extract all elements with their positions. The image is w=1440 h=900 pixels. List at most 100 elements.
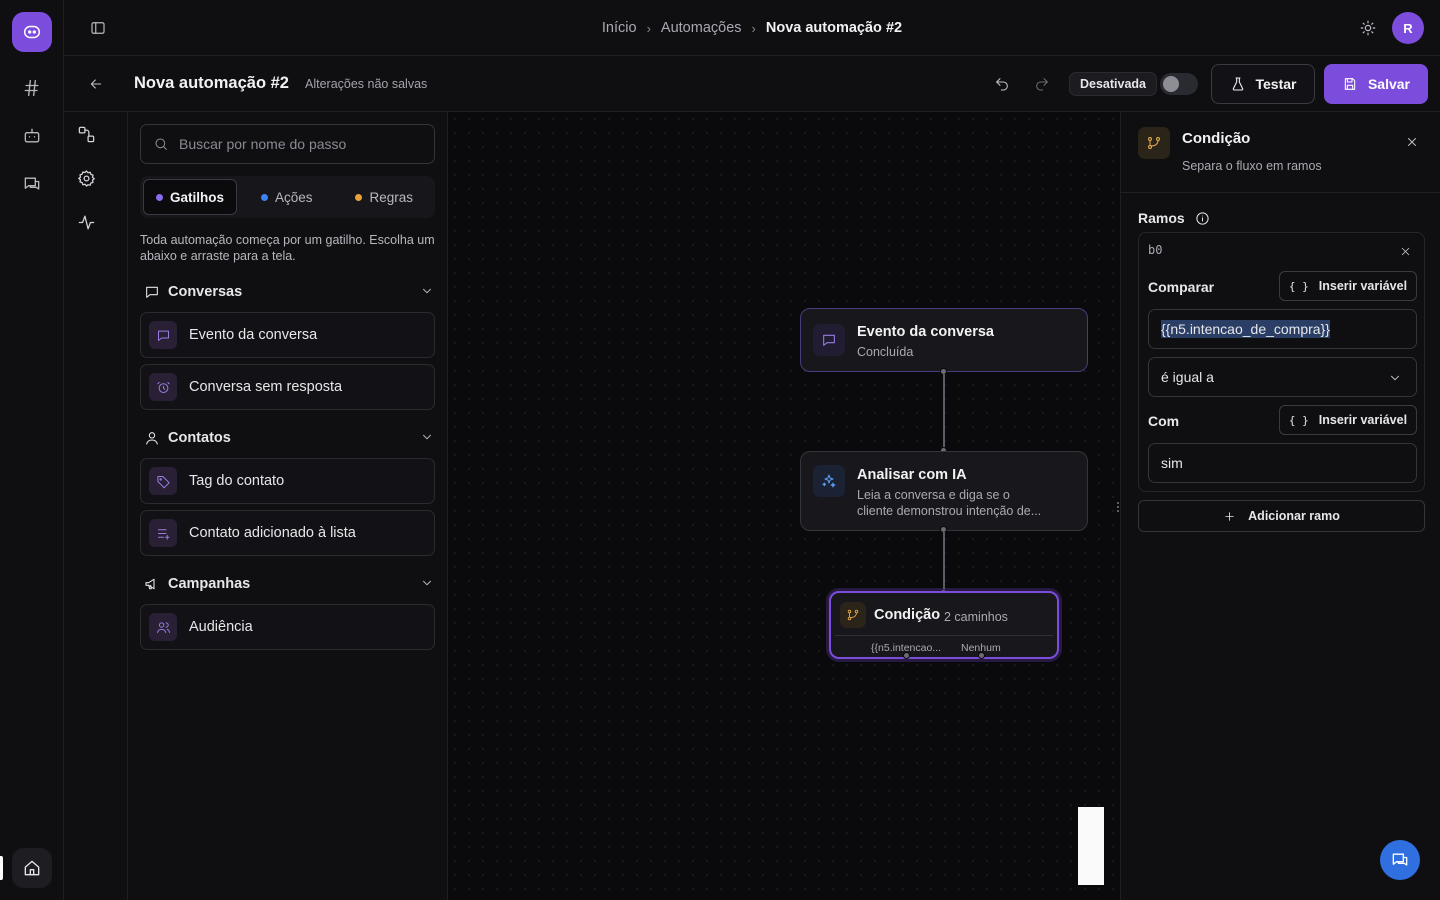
settings-tool-button[interactable]: [74, 166, 98, 190]
app-rail: [0, 0, 64, 900]
sparkles-icon: [813, 465, 845, 497]
tab-dot: [155, 193, 163, 201]
node-condicao[interactable]: Condição 2 caminhos {{n5.intencao... Nen…: [829, 591, 1059, 659]
back-button[interactable]: [84, 72, 108, 96]
step-conversa-sem-resposta[interactable]: Conversa sem resposta: [140, 364, 435, 410]
messages-icon: [24, 177, 40, 190]
rail-bots-button[interactable]: [16, 120, 48, 152]
branch-b-port[interactable]: [978, 652, 985, 659]
avatar[interactable]: R: [1392, 12, 1424, 44]
compare-input[interactable]: {{n5.intencao_de_compra}}: [1148, 309, 1417, 349]
home-active-indicator: [0, 856, 3, 880]
editor-header: Nova automação #2 Alterações não salvas …: [64, 56, 1440, 112]
node-title: Evento da conversa: [857, 324, 994, 340]
group-title: Contatos: [168, 430, 231, 446]
flow-canvas[interactable]: Evento da conversa Concluída Analisar co…: [448, 112, 1120, 900]
insert-variable-button[interactable]: { } Inserir variável: [1279, 405, 1417, 435]
theme-toggle-button[interactable]: [1356, 16, 1380, 40]
minimap[interactable]: [1078, 807, 1104, 885]
search-input[interactable]: [179, 136, 419, 152]
message-square-icon: [146, 286, 158, 298]
chevron-down-icon: [423, 580, 431, 586]
remove-branch-button[interactable]: [1397, 243, 1413, 259]
tab-acoes[interactable]: Ações: [239, 179, 335, 215]
insert-variable-button[interactable]: { } Inserir variável: [1279, 271, 1417, 301]
steps-description: Toda automação começa por um gatilho. Es…: [140, 233, 435, 263]
chevron-right-icon: ›: [751, 20, 756, 36]
branches-label: Ramos: [1138, 210, 1185, 226]
save-button[interactable]: Salvar: [1324, 64, 1428, 104]
tab-gatilhos[interactable]: Gatilhos: [143, 179, 237, 215]
active-toggle[interactable]: [1160, 73, 1198, 95]
add-branch-button[interactable]: Adicionar ramo: [1138, 500, 1425, 532]
app-logo[interactable]: [12, 12, 52, 52]
search-icon: [155, 138, 167, 150]
undo-icon: [996, 78, 1008, 91]
tag-icon: [149, 467, 177, 495]
tab-dot: [260, 193, 268, 201]
node-analisar-com-ia[interactable]: Analisar com IA Leia a conversa e diga s…: [800, 451, 1088, 531]
divider: [1121, 192, 1440, 193]
plus-icon: [1225, 511, 1234, 521]
node-title: Analisar com IA: [857, 467, 967, 483]
with-input[interactable]: sim: [1148, 443, 1417, 483]
test-button[interactable]: Testar: [1211, 64, 1315, 104]
with-label: Com: [1148, 413, 1180, 429]
close-panel-button[interactable]: [1403, 133, 1421, 151]
save-button-label: Salvar: [1367, 76, 1411, 92]
git-branch-icon: [840, 602, 866, 628]
undo-button[interactable]: [990, 72, 1014, 96]
branch-id: b0: [1148, 243, 1163, 257]
search-field: [140, 124, 435, 164]
branch-a-port[interactable]: [903, 652, 910, 659]
tab-regras[interactable]: Regras: [337, 179, 433, 215]
operator-select[interactable]: é igual a: [1148, 357, 1417, 397]
unsaved-changes-label: Alterações não salvas: [305, 77, 428, 91]
group-header-conversas[interactable]: Conversas: [144, 282, 434, 302]
node-evento-da-conversa[interactable]: Evento da conversa Concluída: [800, 308, 1088, 372]
support-chat-button[interactable]: [1380, 840, 1420, 880]
group-header-contatos[interactable]: Contatos: [144, 428, 434, 448]
redo-button[interactable]: [1030, 72, 1054, 96]
activity-tool-button[interactable]: [74, 210, 98, 234]
rail-home-button[interactable]: [12, 848, 52, 888]
node-title: Condição: [874, 607, 941, 623]
compare-value: {{n5.intencao_de_compra}}: [1161, 320, 1330, 338]
chevron-right-icon: ›: [646, 20, 651, 36]
properties-panel: Condição Separa o fluxo em ramos Ramos b…: [1120, 112, 1440, 900]
node-subtitle: cliente demonstrou intenção de...: [857, 504, 1042, 518]
step-contato-adicionado-lista[interactable]: Contato adicionado à lista: [140, 510, 435, 556]
step-audiencia[interactable]: Audiência: [140, 604, 435, 650]
megaphone-icon: [145, 578, 155, 590]
message-square-icon: [149, 321, 177, 349]
breadcrumb-automations[interactable]: Automações: [661, 20, 742, 36]
info-icon[interactable]: [1195, 211, 1210, 226]
step-label: Conversa sem resposta: [189, 379, 343, 395]
rail-conversations-button[interactable]: [16, 168, 48, 200]
rail-channels-button[interactable]: [16, 72, 48, 104]
alarm-clock-icon: [149, 373, 177, 401]
step-label: Evento da conversa: [189, 327, 318, 343]
breadcrumb-home[interactable]: Início: [602, 20, 637, 36]
home-icon: [24, 860, 40, 876]
panel-title: Condição: [1182, 130, 1251, 147]
user-icon: [146, 432, 158, 445]
close-icon: [1408, 138, 1416, 146]
arrow-left-icon: [90, 79, 102, 89]
braces-icon: { }: [1288, 279, 1309, 293]
group-title: Conversas: [168, 284, 243, 300]
workflow-tool-button[interactable]: [74, 122, 98, 146]
step-evento-da-conversa[interactable]: Evento da conversa: [140, 312, 435, 358]
insert-variable-label: Inserir variável: [1318, 279, 1408, 293]
node-paths-count: 2 caminhos: [944, 610, 1008, 624]
step-tag-do-contato[interactable]: Tag do contato: [140, 458, 435, 504]
edge-line: [943, 374, 945, 449]
top-bar: Início › Automações › Nova automação #2 …: [64, 0, 1440, 56]
group-header-campanhas[interactable]: Campanhas: [144, 574, 434, 594]
branch-card: b0 Comparar { } Inserir variável {{n5.in…: [1138, 232, 1425, 492]
node-subtitle: Concluída: [857, 345, 914, 359]
breadcrumb: Início › Automações › Nova automação #2: [64, 0, 1440, 56]
node-subtitle: Leia a conversa e diga se o: [857, 488, 1010, 502]
operator-value: é igual a: [1161, 369, 1214, 385]
list-plus-icon: [149, 519, 177, 547]
